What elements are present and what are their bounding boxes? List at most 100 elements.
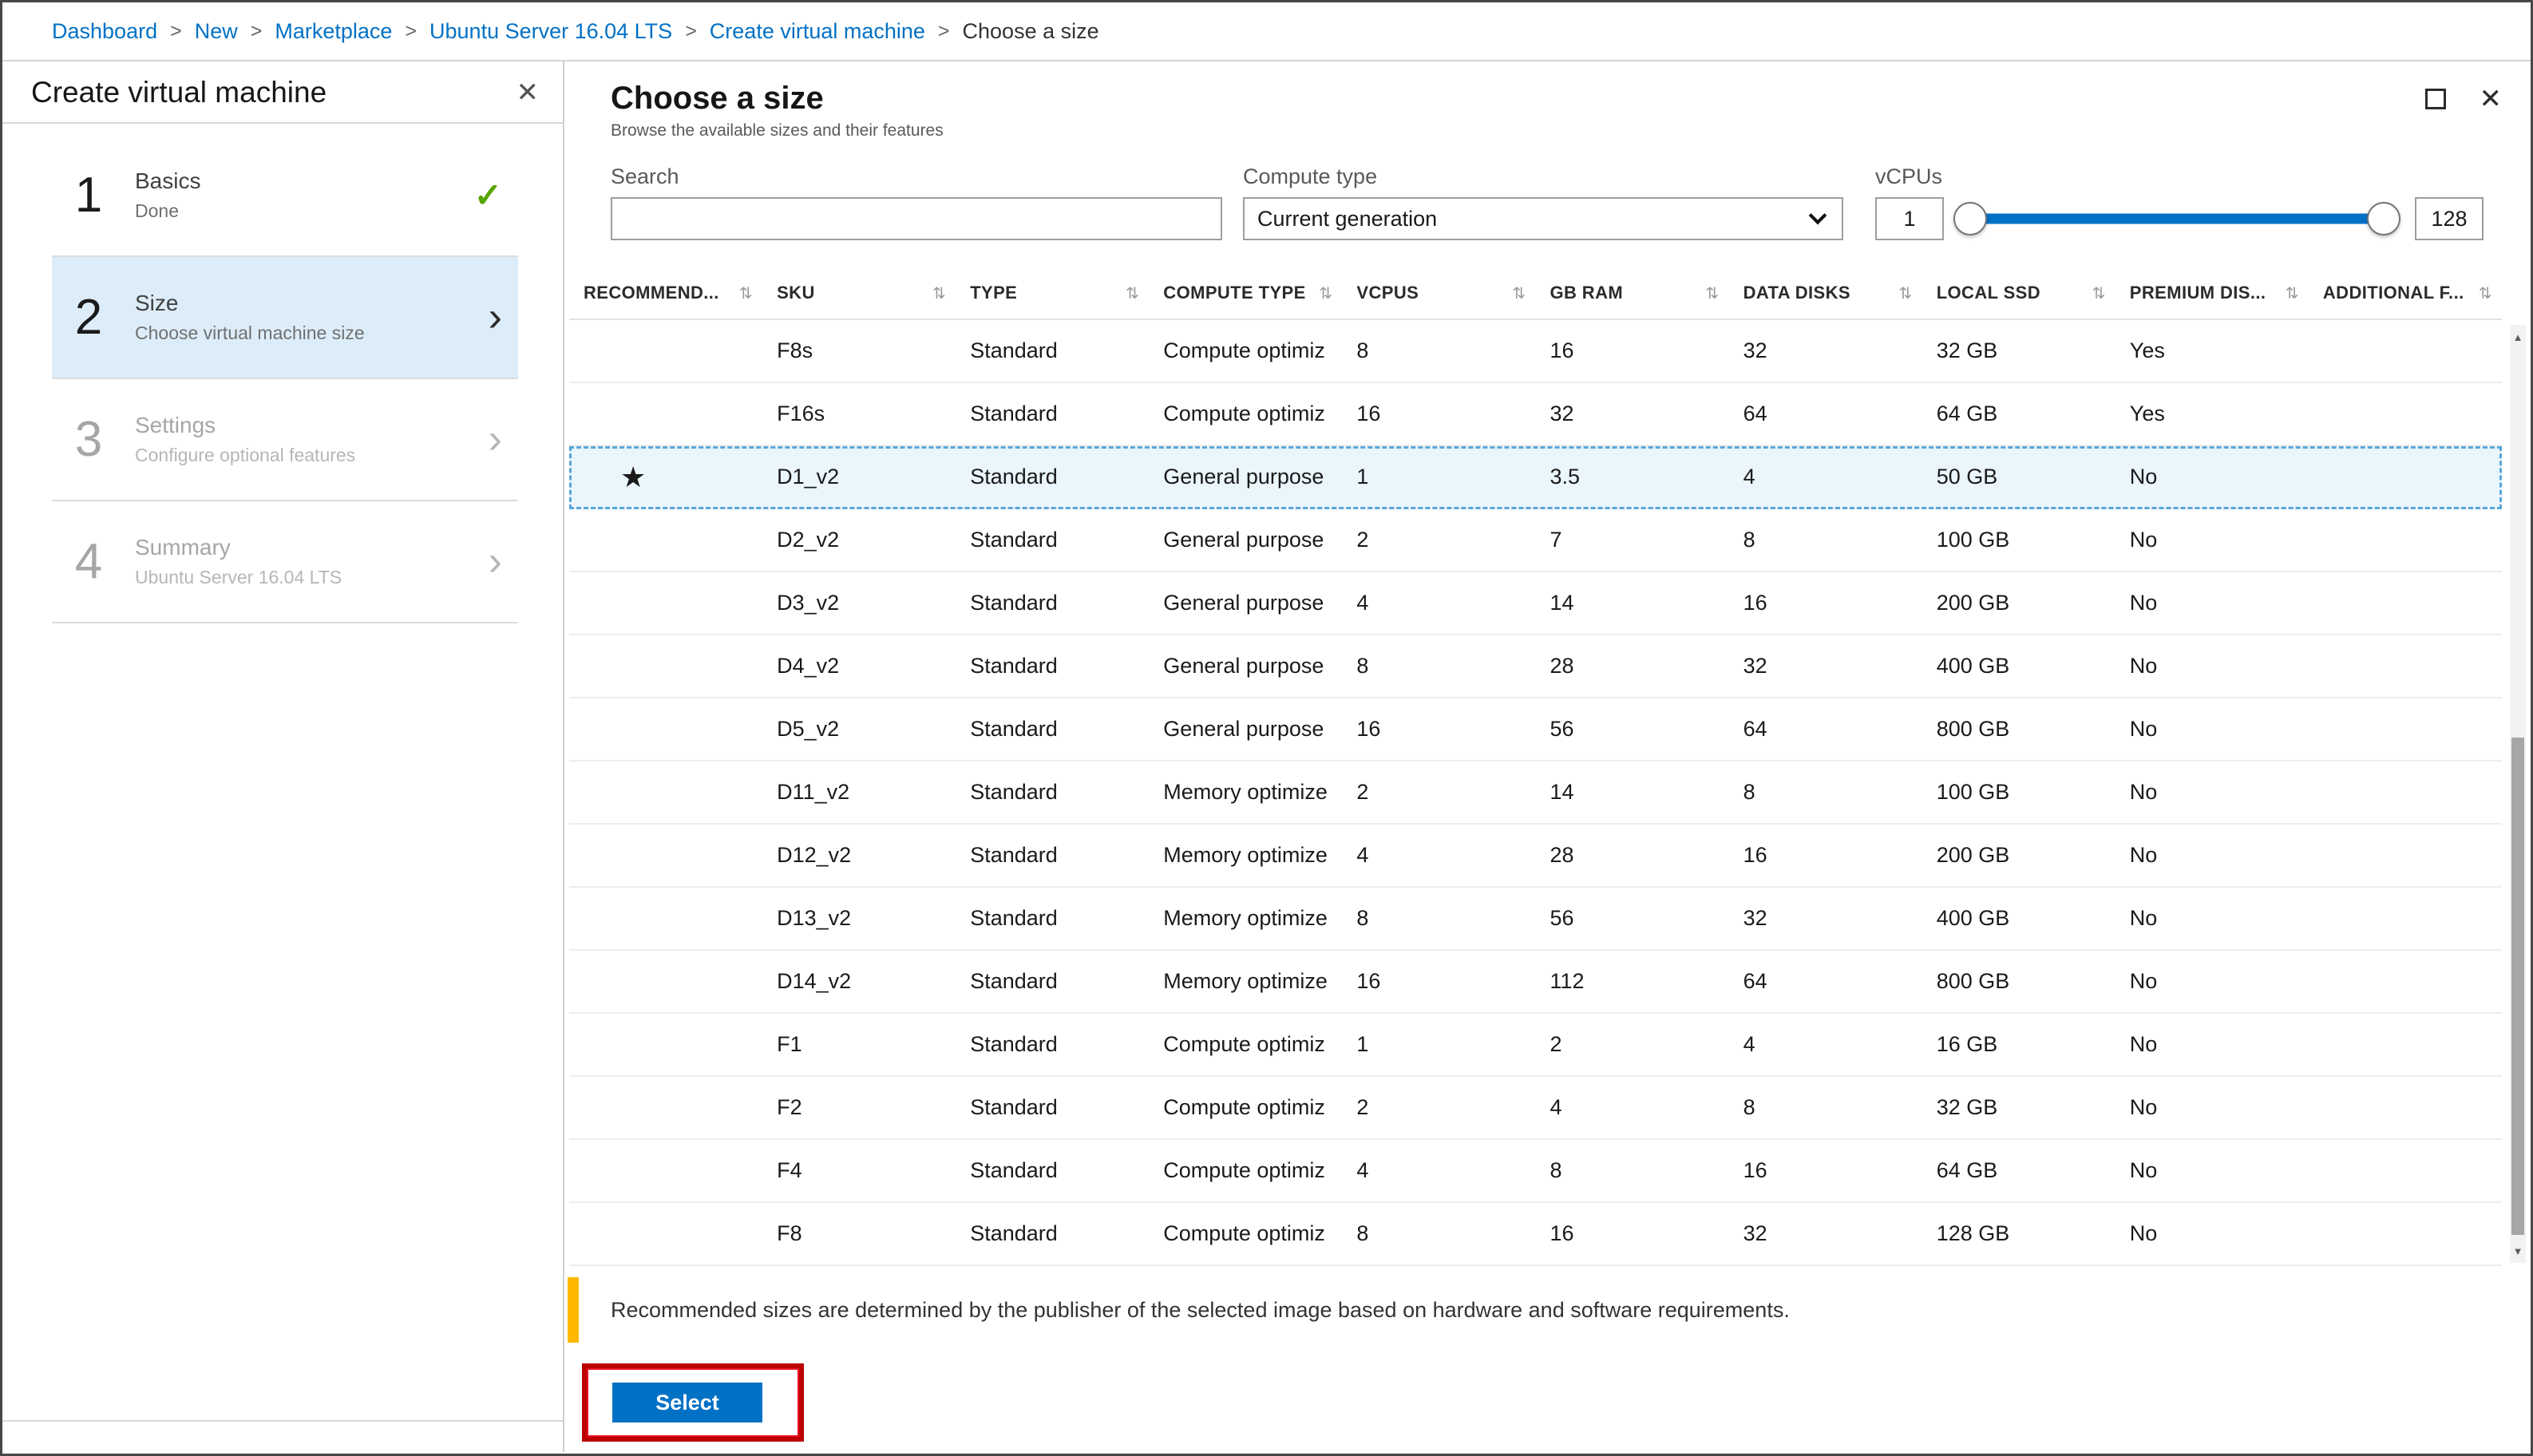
sort-icon[interactable]: ⇅ <box>1126 283 1139 303</box>
select-button[interactable]: Select <box>612 1383 762 1422</box>
compute-type-select[interactable]: Current generation <box>1243 197 1843 240</box>
cell-local_ssd: 400 GB <box>1936 906 2010 930</box>
table-row[interactable]: D5_v2 Standard General purpose 16 56 64 800 GB… <box>569 698 2502 762</box>
sort-icon[interactable]: ⇅ <box>739 283 753 303</box>
choose-size-blade: ✕ Choose a size Browse the available siz… <box>564 61 2531 1452</box>
vcpus-range-slider[interactable] <box>1953 197 2400 240</box>
sort-icon[interactable]: ⇅ <box>2092 283 2106 303</box>
cell-local_ssd: 128 GB <box>1936 1221 2010 1245</box>
cell-type: Standard <box>970 843 1058 867</box>
cell-sku: D14_v2 <box>777 969 852 993</box>
table-row[interactable]: D2_v2 Standard General purpose 2 7 8 100 GB No <box>569 509 2502 572</box>
column-header[interactable]: ADDITIONAL F... ⇅ <box>2309 283 2502 303</box>
table-row[interactable]: D12_v2 Standard Memory optimize 4 28 16 200 GB… <box>569 825 2502 888</box>
cell-type: Standard <box>970 528 1058 552</box>
cell-vcpus: 8 <box>1356 906 1369 930</box>
table-row[interactable]: ★ D1_v2 Standard General purpose 1 3.5 4 50 GB N… <box>569 446 2502 509</box>
column-header[interactable]: PREMIUM DIS... ⇅ <box>2115 283 2309 303</box>
cell-data_disks: 8 <box>1743 528 1755 552</box>
cell-data_disks: 64 <box>1743 717 1767 741</box>
scroll-down-icon[interactable]: ▼ <box>2510 1239 2526 1263</box>
chevron-right-icon: › <box>488 293 502 340</box>
column-header[interactable]: COMPUTE TYPE ⇅ <box>1149 283 1342 303</box>
step-basics[interactable]: 1 Basics Done ✓ <box>52 135 518 257</box>
cell-local_ssd: 200 GB <box>1936 843 2010 867</box>
column-label: COMPUTE TYPE <box>1163 283 1306 303</box>
note-accent-bar <box>568 1277 579 1343</box>
sort-icon[interactable]: ⇅ <box>1899 283 1913 303</box>
cell-compute_type: Compute optimiz <box>1163 402 1325 425</box>
vcpus-min-input[interactable] <box>1875 197 1944 240</box>
sort-icon[interactable]: ⇅ <box>932 283 946 303</box>
cell-gb_ram: 2 <box>1549 1032 1562 1056</box>
column-header[interactable]: DATA DISKS ⇅ <box>1729 283 1922 303</box>
close-icon[interactable]: ✕ <box>516 79 540 106</box>
sort-icon[interactable]: ⇅ <box>1512 283 1526 303</box>
table-row[interactable]: D4_v2 Standard General purpose 8 28 32 400 GB N… <box>569 635 2502 698</box>
slider-handle-max[interactable] <box>2367 202 2400 235</box>
step-settings[interactable]: 3 Settings Configure optional features › <box>52 379 518 501</box>
table-row[interactable]: D11_v2 Standard Memory optimize 2 14 8 100 GB N… <box>569 762 2502 825</box>
table-row[interactable]: D13_v2 Standard Memory optimize 8 56 32 400 GB… <box>569 888 2502 951</box>
slider-handle-min[interactable] <box>1953 202 1987 235</box>
column-header[interactable]: SKU ⇅ <box>762 283 956 303</box>
table-row[interactable]: F8s Standard Compute optimiz 8 16 32 32 GB Yes <box>569 320 2502 383</box>
cell-data_disks: 32 <box>1743 338 1767 362</box>
table-scrollbar[interactable]: ▲ ▼ <box>2510 325 2526 1263</box>
cell-compute_type: Compute optimiz <box>1163 338 1325 362</box>
breadcrumb-separator: > <box>170 19 182 42</box>
cell-local_ssd: 800 GB <box>1936 969 2010 993</box>
cell-vcpus: 2 <box>1356 780 1369 804</box>
table-row[interactable]: F1 Standard Compute optimiz 1 2 4 16 GB No <box>569 1014 2502 1077</box>
vcpus-max-input[interactable] <box>2415 197 2484 240</box>
cell-compute_type: General purpose <box>1163 654 1324 678</box>
breadcrumb-ubuntu[interactable]: Ubuntu Server 16.04 LTS <box>429 19 672 44</box>
search-input[interactable] <box>611 197 1222 240</box>
cell-compute_type: Memory optimize <box>1163 843 1328 867</box>
cell-data_disks: 4 <box>1743 1032 1755 1056</box>
sort-icon[interactable]: ⇅ <box>2479 283 2492 303</box>
cell-premium_disk: No <box>2129 465 2158 489</box>
table-row[interactable]: D3_v2 Standard General purpose 4 14 16 200 GB N… <box>569 572 2502 635</box>
column-header[interactable]: RECOMMEND... ⇅ <box>569 283 762 303</box>
cell-premium_disk: No <box>2129 528 2158 552</box>
sort-icon[interactable]: ⇅ <box>1705 283 1719 303</box>
column-header[interactable]: GB RAM ⇅ <box>1536 283 1729 303</box>
size-table-header: RECOMMEND... ⇅ SKU ⇅ TYPE ⇅ COMPUTE TYPE ⇅ VCPUS… <box>569 267 2502 320</box>
check-icon: ✓ <box>473 176 502 214</box>
table-row[interactable]: F16s Standard Compute optimiz 16 32 64 64 GB Ye… <box>569 383 2502 446</box>
maximize-icon[interactable] <box>2424 89 2446 109</box>
cell-premium_disk: No <box>2129 717 2158 741</box>
cell-type: Standard <box>970 338 1058 362</box>
chevron-right-icon: › <box>488 415 502 462</box>
scroll-up-icon[interactable]: ▲ <box>2510 325 2526 349</box>
table-row[interactable]: D14_v2 Standard Memory optimize 16 112 64 800 … <box>569 951 2502 1014</box>
column-label: DATA DISKS <box>1743 283 1850 303</box>
cell-sku: D5_v2 <box>777 717 840 741</box>
recommendation-note: Recommended sizes are determined by the … <box>568 1277 2502 1343</box>
close-icon[interactable]: ✕ <box>2480 85 2503 113</box>
table-row[interactable]: F2 Standard Compute optimiz 2 4 8 32 GB No <box>569 1077 2502 1140</box>
column-header[interactable]: TYPE ⇅ <box>956 283 1149 303</box>
cell-sku: F8s <box>777 338 813 362</box>
column-header[interactable]: VCPUS ⇅ <box>1342 283 1535 303</box>
scrollbar-thumb[interactable] <box>2511 738 2524 1235</box>
cell-local_ssd: 32 GB <box>1936 1095 1998 1119</box>
breadcrumb-new[interactable]: New <box>195 19 238 44</box>
cell-premium_disk: No <box>2129 780 2158 804</box>
column-header[interactable]: LOCAL SSD ⇅ <box>1922 283 2115 303</box>
cell-type: Standard <box>970 906 1058 930</box>
cell-vcpus: 8 <box>1356 338 1369 362</box>
sort-icon[interactable]: ⇅ <box>2286 283 2299 303</box>
table-row[interactable]: F4 Standard Compute optimiz 4 8 16 64 GB No <box>569 1140 2502 1203</box>
step-summary[interactable]: 4 Summary Ubuntu Server 16.04 LTS › <box>52 501 518 623</box>
breadcrumb-marketplace[interactable]: Marketplace <box>275 19 392 44</box>
sort-icon[interactable]: ⇅ <box>1319 283 1332 303</box>
breadcrumb-dashboard[interactable]: Dashboard <box>52 19 157 44</box>
breadcrumb-create-vm[interactable]: Create virtual machine <box>710 19 925 44</box>
cell-compute_type: General purpose <box>1163 528 1324 552</box>
step-size[interactable]: 2 Size Choose virtual machine size › <box>52 257 518 379</box>
table-row[interactable]: F8 Standard Compute optimiz 8 16 32 128 GB No <box>569 1203 2502 1266</box>
cell-gb_ram: 14 <box>1549 780 1574 804</box>
cell-vcpus: 4 <box>1356 843 1369 867</box>
